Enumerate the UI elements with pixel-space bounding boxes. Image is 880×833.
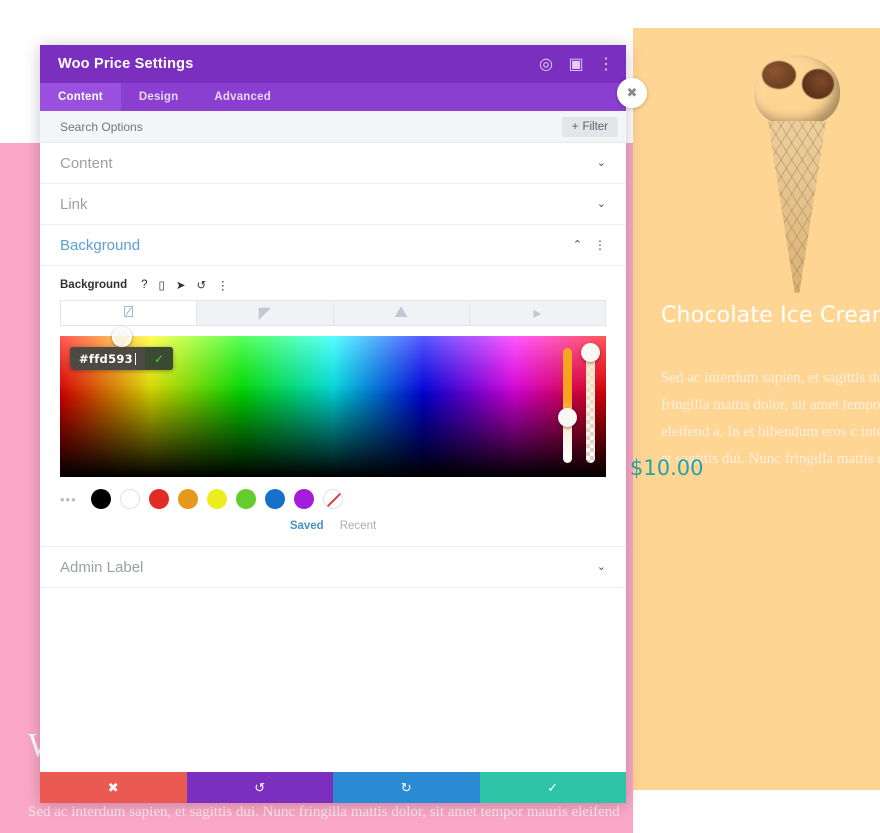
chevron-down-icon: ⌄ bbox=[596, 156, 606, 169]
background-panel: Background ? ▯ ➤ ↺ ⋮ ⍁ ◤ ⛰ ▸ #ffd593 ✓ •… bbox=[40, 266, 626, 547]
section-link[interactable]: Link ⌄ bbox=[40, 184, 626, 225]
background-video-tab[interactable]: ▸ bbox=[469, 301, 605, 325]
help-icon[interactable]: ? bbox=[141, 279, 147, 291]
section-background-label: Background bbox=[60, 236, 141, 254]
tab-design[interactable]: Design bbox=[121, 83, 197, 111]
cancel-button[interactable]: ✖ bbox=[40, 772, 187, 803]
close-overlay-icon[interactable]: ✖ bbox=[617, 78, 647, 108]
swatch-black[interactable] bbox=[90, 489, 111, 509]
chocolate-scoop bbox=[754, 55, 840, 127]
background-image-tab[interactable]: ⛰ bbox=[333, 301, 470, 325]
background-gradient-tab[interactable]: ◤ bbox=[197, 301, 334, 325]
hover-cursor-icon[interactable]: ➤ bbox=[176, 278, 186, 292]
alpha-slider[interactable] bbox=[581, 343, 600, 463]
color-sliders bbox=[558, 343, 600, 463]
filter-button[interactable]: + Filter bbox=[561, 116, 618, 137]
background-type-tabs: ⍁ ◤ ⛰ ▸ bbox=[60, 300, 606, 326]
color-picker[interactable]: 1 #ffd593 ✓ bbox=[60, 327, 606, 477]
section-background-controls: ⌃ ⋮ bbox=[573, 238, 606, 252]
reset-icon[interactable]: ↺ bbox=[196, 278, 206, 292]
background-field-toolbar: Background ? ▯ ➤ ↺ ⋮ bbox=[60, 266, 606, 300]
swatch-purple[interactable] bbox=[293, 489, 314, 509]
search-input[interactable] bbox=[60, 119, 562, 134]
swatch-tab-recent[interactable]: Recent bbox=[340, 520, 376, 532]
hex-confirm-button[interactable]: ✓ bbox=[144, 347, 173, 370]
swatch-yellow[interactable] bbox=[206, 489, 227, 509]
modal-header: Woo Price Settings ◎ ▣ ⋮ bbox=[40, 45, 626, 83]
more-options-icon[interactable]: ⋮ bbox=[217, 278, 229, 292]
color-swatches: ••• bbox=[60, 477, 606, 509]
section-admin-label-label: Admin Label bbox=[60, 558, 144, 576]
screen: Chocolate Ice Cream Sed ac interdum sapi… bbox=[0, 0, 880, 833]
body-empty-space bbox=[40, 588, 626, 772]
background-color-tab[interactable]: ⍁ bbox=[61, 301, 198, 325]
waffle-cone bbox=[768, 121, 826, 293]
swatch-green[interactable] bbox=[235, 489, 256, 509]
swatch-orange[interactable] bbox=[177, 489, 198, 509]
modal-header-icons: ◎ ▣ ⋮ bbox=[538, 56, 614, 73]
swatch-source-tabs: Saved Recent bbox=[60, 509, 606, 532]
chevron-up-icon[interactable]: ⌃ bbox=[573, 239, 582, 251]
filter-label: Filter bbox=[582, 120, 608, 133]
section-link-label: Link bbox=[60, 195, 88, 213]
redo-button[interactable]: ↻ bbox=[333, 772, 480, 803]
section-content[interactable]: Content ⌄ bbox=[40, 143, 626, 184]
background-field-label: Background bbox=[60, 279, 128, 291]
hue-slider-knob[interactable] bbox=[558, 407, 577, 427]
preview-icon[interactable]: ◎ bbox=[538, 56, 554, 73]
modal-footer: ✖ ↺ ↻ ✓ bbox=[40, 772, 626, 803]
hex-input[interactable]: #ffd593 bbox=[70, 347, 145, 370]
product-title: Chocolate Ice Cream bbox=[661, 303, 880, 328]
hex-input-box[interactable]: 1 #ffd593 ✓ bbox=[70, 347, 173, 370]
swatch-white[interactable] bbox=[119, 489, 140, 509]
undo-button[interactable]: ↺ bbox=[186, 772, 333, 803]
responsive-mobile-icon[interactable]: ▯ bbox=[159, 278, 165, 292]
search-bar: + Filter bbox=[40, 111, 626, 143]
tab-advanced[interactable]: Advanced bbox=[196, 83, 289, 111]
swatch-blue[interactable] bbox=[264, 489, 285, 509]
page-right-white-strip bbox=[633, 0, 880, 28]
more-swatches-icon[interactable]: ••• bbox=[60, 492, 77, 507]
saturation-handle[interactable] bbox=[112, 327, 132, 347]
save-button[interactable]: ✓ bbox=[479, 772, 626, 803]
section-admin-label[interactable]: Admin Label ⌄ bbox=[40, 547, 626, 588]
chevron-down-icon: ⌄ bbox=[596, 197, 606, 210]
swatch-none[interactable] bbox=[322, 489, 343, 509]
hue-slider[interactable] bbox=[558, 348, 577, 463]
more-options-icon[interactable]: ⋮ bbox=[594, 238, 606, 252]
modal-title: Woo Price Settings bbox=[58, 56, 194, 72]
section-content-label: Content bbox=[60, 154, 113, 172]
settings-modal: Woo Price Settings ◎ ▣ ⋮ Content Design … bbox=[40, 45, 626, 803]
plus-icon: + bbox=[571, 120, 579, 133]
swatch-tab-saved[interactable]: Saved bbox=[290, 520, 324, 532]
tab-content[interactable]: Content bbox=[40, 83, 121, 111]
modal-tabs: Content Design Advanced bbox=[40, 83, 626, 111]
layout-toggle-icon[interactable]: ▣ bbox=[568, 56, 584, 73]
chevron-down-icon: ⌄ bbox=[596, 560, 606, 573]
swatch-red[interactable] bbox=[148, 489, 169, 509]
product-price: $10.00 bbox=[630, 456, 704, 480]
section-background[interactable]: Background ⌃ ⋮ bbox=[40, 225, 626, 266]
ice-cream-cone-image bbox=[742, 55, 852, 305]
modal-body: Content ⌄ Link ⌄ Background ⌃ ⋮ Backgrou… bbox=[40, 143, 626, 772]
more-options-icon[interactable]: ⋮ bbox=[598, 56, 614, 73]
page-section-body: Sed ac interdum sapien, et sagittis dui.… bbox=[28, 804, 620, 833]
